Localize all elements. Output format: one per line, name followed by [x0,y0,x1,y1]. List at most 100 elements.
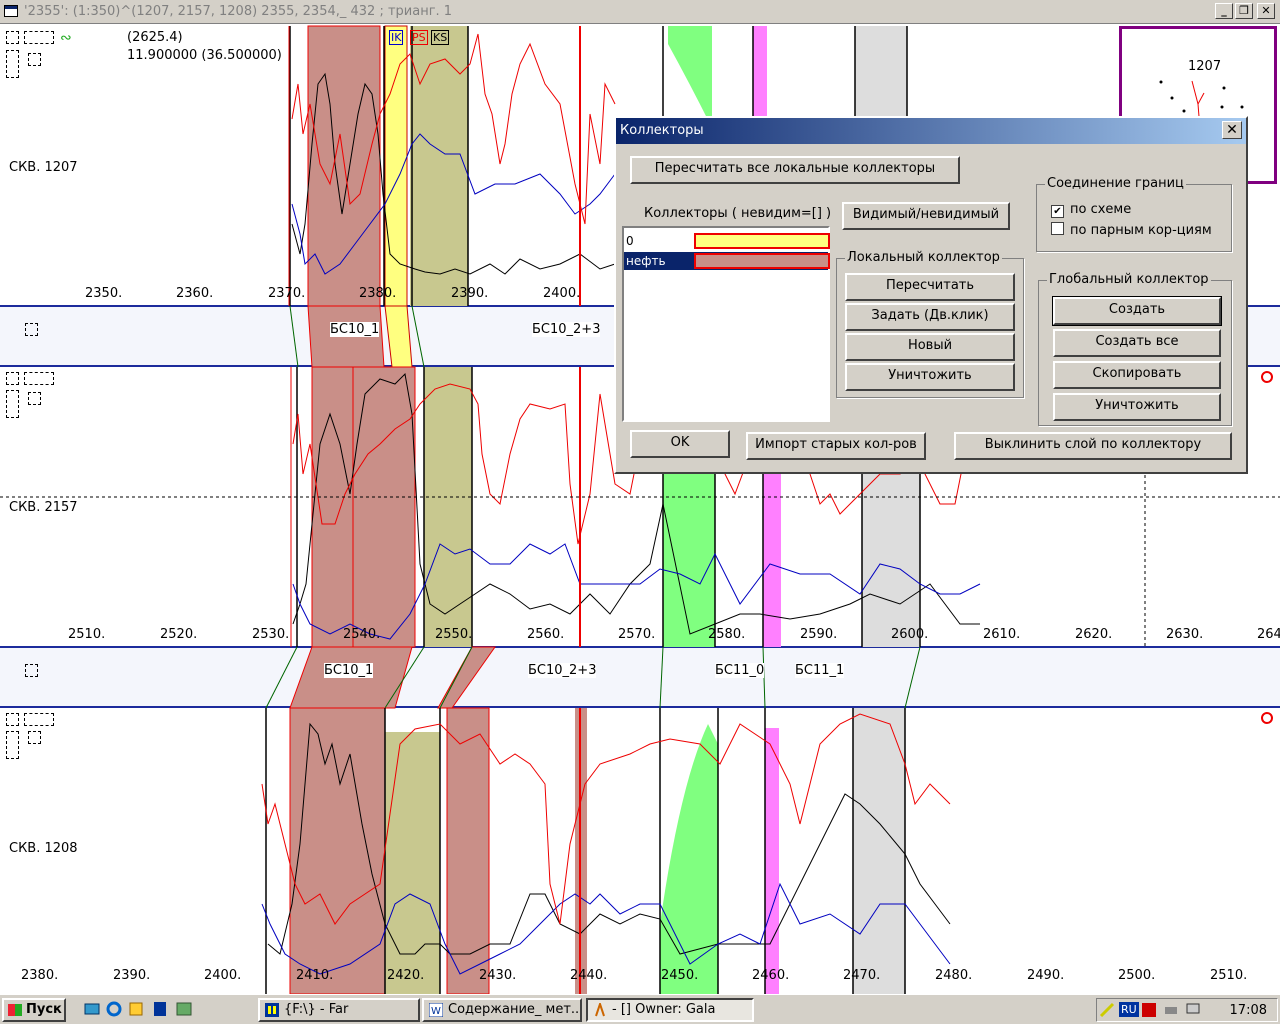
cursor-depth-readout: (2625.4) [127,30,183,45]
depth-tick-label: 2620. [1075,627,1113,642]
depth-tick-label: 2360. [176,286,214,301]
app-icon[interactable] [4,5,18,17]
depth-tick-label: 2400. [204,968,242,983]
visible-toggle-button[interactable]: Видимый/невидимый [842,202,1010,230]
depth-tick-label: 2610. [983,627,1021,642]
local-delete-button[interactable]: Уничтожить [845,363,1015,391]
depth-tick-label: 264 [1257,627,1280,642]
yellow-correlation-top [384,305,413,368]
formation-label-bs10-1-top: БС10_1 [330,322,380,337]
depth-tick-label: 2490. [1027,968,1065,983]
depth-tick-label: 2390. [451,286,489,301]
depth-tick-label: 2460. [752,968,790,983]
depth-tick-label: 2630. [1166,627,1204,642]
formation-label-bs11-1: БС11_1 [795,663,845,678]
recalc-all-button[interactable]: Пересчитать все локальные коллекторы [630,156,960,184]
correlation-control-1[interactable] [25,323,38,336]
collectors-dialog: Коллекторы ✕ Пересчитать все локальные к… [614,116,1248,474]
global-copy-button[interactable]: Скопировать [1053,361,1221,389]
depth-tick-label: 2380. [359,286,397,301]
local-set-button[interactable]: Задать (Дв.клик) [845,303,1015,331]
depth-tick-label: 2540. [343,627,381,642]
collectors-list[interactable]: 0 нефть [622,226,830,422]
network-icon[interactable] [1099,1002,1115,1018]
curve-button-ps[interactable]: PS [410,30,428,45]
connect-borders-group: Соединение границ ✔ по схеме по парным ко… [1036,176,1232,252]
checkbox-by-pairs[interactable]: по парным кор-циям [1051,222,1212,238]
collector-color-swatch[interactable] [694,233,830,249]
gray-layer [855,26,907,121]
depth-tick-label: 2550. [435,627,473,642]
collectors-list-header: Коллекторы ( невидим=[] ) [644,206,832,221]
connect-borders-title: Соединение границ [1045,176,1186,191]
task-gala[interactable]: - [] Owner: Gala [586,998,754,1022]
correlation-control-2[interactable] [25,664,38,677]
well-name-2157: СКВ. 2157 [9,500,78,515]
task-far[interactable]: {F:\} - Far [258,998,420,1022]
far-quick-icon[interactable] [152,1001,168,1017]
marker-circle-icon[interactable] [1261,371,1273,383]
depth-tick-label: 2350. [85,286,123,301]
local-recalc-button[interactable]: Пересчитать [845,273,1015,301]
formation-label-bs10-2-3-top: БС10_2+3 [532,322,601,337]
dialog-close-button[interactable]: ✕ [1222,121,1242,139]
curve-button-ik[interactable]: IK [389,30,404,45]
dialog-title: Коллекторы [620,123,704,138]
olive-layer [410,26,468,306]
monitor-icon[interactable] [1185,1002,1201,1018]
curve-button-ks[interactable]: KS [431,30,450,45]
well-name-1208: СКВ. 1208 [9,841,78,856]
cursor-value-readout: 11.900000 (36.500000) [127,48,282,63]
maximize-button[interactable]: ❐ [1235,3,1253,19]
curves-icon[interactable]: ∾ [60,30,72,46]
shift-layer-button[interactable]: Выклинить слой по коллектору [954,432,1232,460]
close-button[interactable]: ✕ [1257,3,1275,19]
dialog-titlebar[interactable]: Коллекторы ✕ [616,118,1246,144]
collector-color-swatch[interactable] [694,253,830,269]
window-title: '2355': (1:350)^(1207, 2157, 1208) 2355,… [24,4,453,19]
depth-tick-label: 2510. [1210,968,1248,983]
magenta-layer [753,26,767,121]
language-indicator[interactable]: RU [1119,1002,1139,1017]
clock[interactable]: 17:08 [1230,1003,1267,1018]
tray-app-icon[interactable] [1141,1002,1157,1018]
minimize-button[interactable]: _ [1215,3,1233,19]
printer-icon[interactable] [1163,1002,1179,1018]
depth-tick-label: 2500. [1118,968,1156,983]
ok-button[interactable]: OK [630,430,730,458]
depth-tick-label: 2430. [479,968,517,983]
app-quick-icon[interactable] [176,1001,192,1017]
depth-tick-label: 2400. [543,286,581,301]
system-tray: RU 17:08 [1096,998,1278,1022]
list-item[interactable]: нефть [624,252,830,270]
formation-label-bs10-1-bottom: БС10_1 [324,663,374,678]
import-old-button[interactable]: Импорт старых кол-ров [746,432,926,460]
formation-label-bs11-0: БС11_0 [715,663,765,678]
formation-label-bs10-2-3-bottom: БС10_2+3 [528,663,597,678]
global-delete-button[interactable]: Уничтожить [1053,393,1221,421]
checkbox-empty-icon [1051,222,1064,235]
local-new-button[interactable]: Новый [845,333,1015,361]
start-button[interactable]: Пуск [2,998,66,1022]
global-collector-title: Глобальный коллектор [1047,272,1211,287]
well-name-1207: СКВ. 1207 [9,160,78,175]
word-icon: W [429,1003,443,1017]
far-icon [265,1003,279,1017]
svg-text:W: W [431,1006,441,1017]
ie-icon[interactable] [106,1001,122,1017]
window-titlebar: '2355': (1:350)^(1207, 2157, 1208) 2355,… [0,0,1280,24]
marker-circle-icon[interactable] [1261,712,1273,724]
checkbox-by-scheme[interactable]: ✔ по схеме [1051,202,1131,218]
depth-tick-label: 2390. [113,968,151,983]
gala-app-icon [595,1003,605,1017]
global-create-all-button[interactable]: Создать все [1053,329,1221,357]
global-create-button[interactable]: Создать [1052,296,1222,326]
depth-tick-label: 2520. [160,627,198,642]
outlook-icon[interactable] [128,1001,144,1017]
depth-tick-label: 2480. [935,968,973,983]
desktop-icon[interactable] [84,1001,100,1017]
well-1208-logs [261,707,951,994]
list-item[interactable]: 0 [624,232,830,250]
task-word-doc[interactable]: W Содержание_ мет... [422,998,582,1022]
depth-tick-label: 2600. [891,627,929,642]
